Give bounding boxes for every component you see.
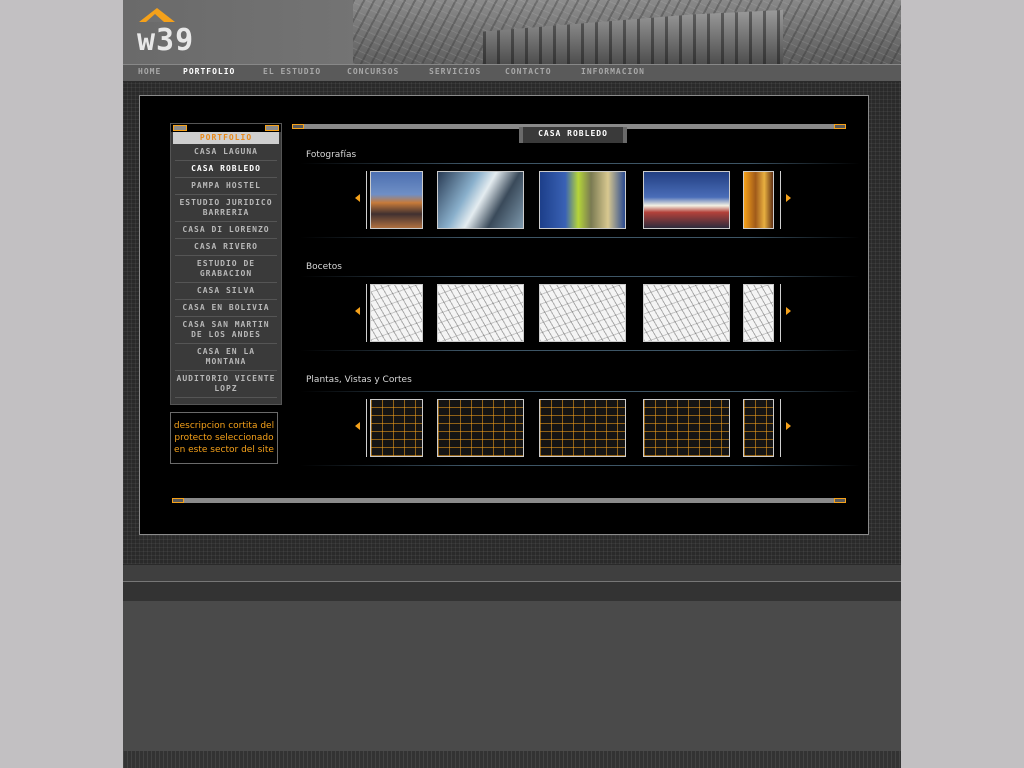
- bar-cap-right: [834, 124, 846, 129]
- nav-contacto[interactable]: contacto: [505, 67, 552, 76]
- carousel-edge-left: [366, 284, 367, 342]
- sidebar-item-auditorio[interactable]: AUDITORIO VICENTE LOPZ: [175, 371, 277, 398]
- content-panel: PORTFOLIO CASA LAGUNA CASA ROBLEDO PAMPA…: [139, 95, 869, 535]
- sidebar-heading: PORTFOLIO: [173, 132, 279, 144]
- logo-text: w39: [137, 23, 195, 58]
- sidebar-item-estudio-juridico[interactable]: ESTUDIO JURIDICO BARRERIA: [175, 195, 277, 222]
- arrow-left-icon[interactable]: [355, 307, 360, 315]
- bar-cap-right: [834, 498, 846, 503]
- site-container: w39 home portfolio el estudio concursos …: [123, 0, 901, 768]
- site-logo[interactable]: w39: [137, 8, 242, 56]
- nav-home[interactable]: home: [138, 67, 161, 76]
- bar-cap-left: [292, 124, 304, 129]
- bar-cap-left: [172, 498, 184, 503]
- photo-thumbnail[interactable]: [370, 171, 423, 229]
- content-area: PORTFOLIO CASA LAGUNA CASA ROBLEDO PAMPA…: [123, 82, 901, 564]
- arrow-right-icon[interactable]: [786, 194, 791, 202]
- carousel-edge-left: [366, 171, 367, 229]
- sidebar-cap-left: [173, 125, 187, 131]
- footer-texture: [123, 751, 901, 768]
- nav-portfolio[interactable]: portfolio: [183, 67, 235, 76]
- main-nav: home portfolio el estudio concursos serv…: [123, 64, 901, 82]
- nav-concursos[interactable]: concursos: [347, 67, 399, 76]
- sketch-thumbnail[interactable]: [437, 284, 524, 342]
- plan-thumbnail[interactable]: [437, 399, 524, 457]
- sidebar-item-estudio-grabacion[interactable]: ESTUDIO DE GRABACION: [175, 256, 277, 283]
- plan-thumbnail[interactable]: [643, 399, 730, 457]
- nav-servicios[interactable]: servicios: [429, 67, 481, 76]
- carousel-edge-left: [366, 399, 367, 457]
- project-title: CASA ROBLEDO: [519, 127, 627, 143]
- footer-band: [123, 581, 901, 602]
- sketch-thumbnail[interactable]: [539, 284, 626, 342]
- sidebar-item-casa-bolivia[interactable]: CASA EN BOLIVIA: [175, 300, 277, 317]
- sketch-thumbnail[interactable]: [743, 284, 774, 342]
- plan-thumbnail[interactable]: [370, 399, 423, 457]
- photo-thumbnail[interactable]: [539, 171, 626, 229]
- section-label-fotografias: Fotografías: [306, 150, 357, 160]
- portfolio-sidebar: PORTFOLIO CASA LAGUNA CASA ROBLEDO PAMPA…: [170, 123, 282, 405]
- carousel-edge-right: [780, 399, 781, 457]
- sketch-thumbnail[interactable]: [643, 284, 730, 342]
- photo-thumbnail[interactable]: [437, 171, 524, 229]
- section-rule: [300, 350, 860, 351]
- carousel-edge-right: [780, 284, 781, 342]
- sidebar-item-casa-rivero[interactable]: CASA RIVERO: [175, 239, 277, 256]
- sidebar-item-casa-laguna[interactable]: CASA LAGUNA: [175, 144, 277, 161]
- carousel-edge-right: [780, 171, 781, 229]
- sidebar-item-casa-di-lorenzo[interactable]: CASA DI LORENZO: [175, 222, 277, 239]
- footer-area: [123, 601, 901, 751]
- arrow-right-icon[interactable]: [786, 307, 791, 315]
- section-label-plantas: Plantas, Vistas y Cortes: [306, 375, 412, 385]
- sidebar-item-casa-montana[interactable]: CASA EN LA MONTANA: [175, 344, 277, 371]
- gallery-bottom-bar: [172, 498, 846, 503]
- section-rule: [300, 465, 860, 466]
- section-label-bocetos: Bocetos: [306, 262, 342, 272]
- sidebar-item-pampa-hostel[interactable]: PAMPA HOSTEL: [175, 178, 277, 195]
- arrow-right-icon[interactable]: [786, 422, 791, 430]
- nav-informacion[interactable]: informacion: [581, 67, 645, 76]
- sidebar-top-bar: [171, 124, 281, 132]
- footer-band: [123, 564, 901, 582]
- sidebar-item-casa-san-martin[interactable]: CASA SAN MARTIN DE LOS ANDES: [175, 317, 277, 344]
- nav-el-estudio[interactable]: el estudio: [263, 67, 321, 76]
- arrow-left-icon[interactable]: [355, 422, 360, 430]
- section-rule: [300, 237, 860, 238]
- header: w39: [123, 0, 901, 64]
- arrow-left-icon[interactable]: [355, 194, 360, 202]
- section-rule: [300, 276, 860, 277]
- sketch-thumbnail[interactable]: [370, 284, 423, 342]
- section-rule: [300, 391, 860, 392]
- plan-thumbnail[interactable]: [539, 399, 626, 457]
- sidebar-cap-right: [265, 125, 279, 131]
- section-rule: [300, 163, 860, 164]
- photo-thumbnail[interactable]: [643, 171, 730, 229]
- sidebar-item-casa-robledo[interactable]: CASA ROBLEDO: [175, 161, 277, 178]
- sidebar-item-casa-silva[interactable]: CASA SILVA: [175, 283, 277, 300]
- photo-thumbnail[interactable]: [743, 171, 774, 229]
- project-description: descripcion cortita del protecto selecci…: [170, 412, 278, 464]
- house-roof-inner: [146, 14, 164, 22]
- plan-thumbnail[interactable]: [743, 399, 774, 457]
